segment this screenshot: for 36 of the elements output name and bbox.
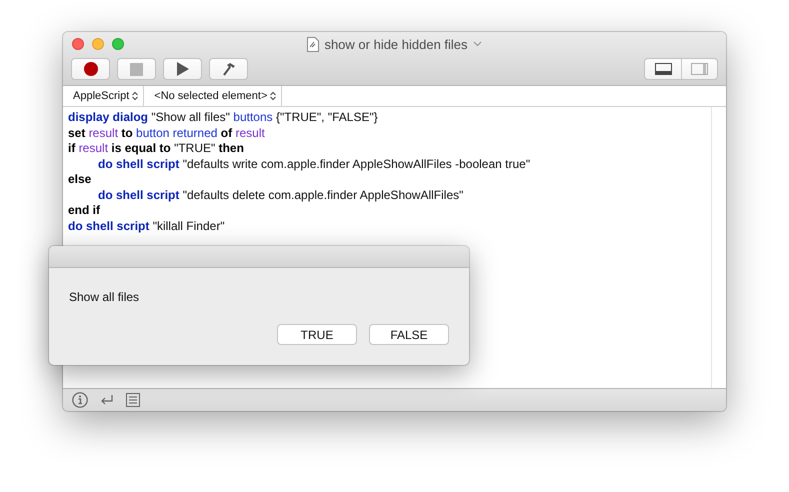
language-popup[interactable]: AppleScript — [63, 86, 144, 106]
chevron-icon[interactable] — [472, 41, 482, 47]
log-button[interactable] — [126, 393, 140, 407]
record-icon — [84, 62, 98, 76]
play-icon — [176, 62, 188, 76]
stop-icon — [130, 62, 143, 76]
zoom-button[interactable] — [112, 38, 124, 50]
info-icon — [72, 392, 88, 408]
element-popup[interactable]: <No selected element> — [144, 86, 282, 106]
code-line: if result is equal to "TRUE" then — [68, 141, 245, 156]
code-line: display dialog "Show all files" buttons {"TRUE", "FALSE"} — [68, 110, 379, 126]
return-arrow-icon — [100, 394, 114, 406]
code-line: set result to button returned of result — [68, 126, 266, 141]
panel-toggle-control[interactable] — [644, 58, 718, 80]
close-button[interactable] — [72, 38, 84, 50]
popup-arrows-icon — [270, 91, 276, 101]
code-line: do shell script "defaults delete com.apple.finder AppleShowAllFiles" — [97, 188, 464, 203]
side-panel-icon — [691, 63, 708, 75]
code-line: else — [68, 172, 92, 188]
list-icon — [126, 393, 140, 407]
hammer-icon — [222, 62, 236, 76]
code-line: do shell script "killall Finder" — [68, 218, 226, 234]
bottom-panel-icon — [654, 63, 672, 75]
compile-button[interactable] — [209, 58, 248, 80]
dialog-message: Show all files — [69, 290, 140, 304]
run-button[interactable] — [163, 58, 202, 80]
return-button[interactable] — [100, 394, 114, 406]
document-icon — [307, 36, 320, 52]
record-button[interactable] — [71, 58, 110, 80]
info-button[interactable] — [72, 392, 88, 408]
popup-arrows-icon — [132, 91, 138, 101]
window-title: show or hide hidden files — [324, 36, 468, 52]
code-line: do shell script "defaults write com.apple.finder AppleShowAllFiles -boolean true" — [97, 156, 532, 172]
dialog-button[interactable]: FALSE — [369, 324, 449, 345]
dialog-button[interactable]: TRUE — [277, 324, 357, 345]
code-line: end if — [68, 203, 101, 218]
